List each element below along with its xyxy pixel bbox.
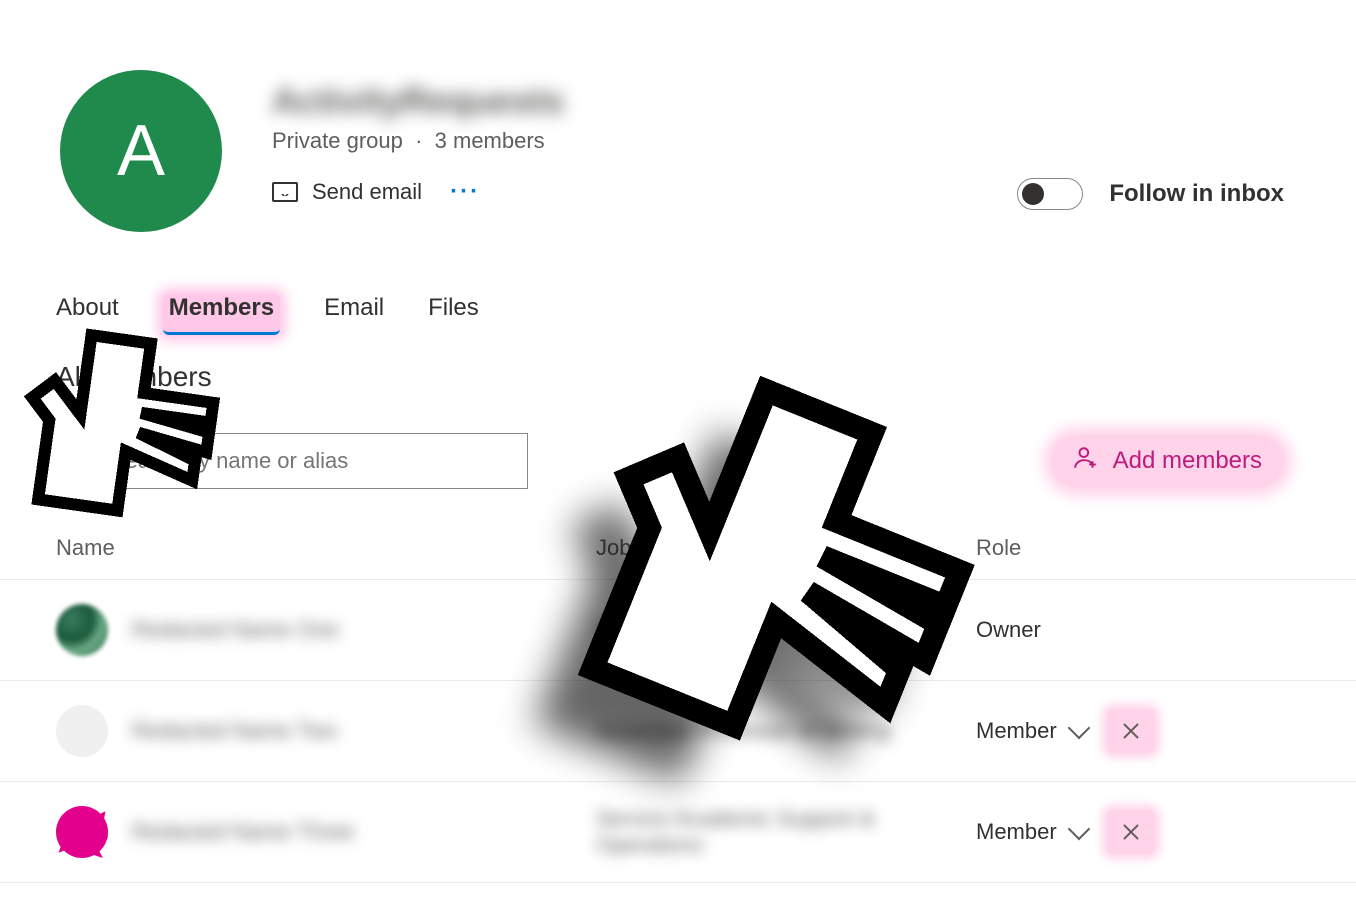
more-actions-button[interactable]: ··· [450,178,480,206]
follow-label: Follow in inbox [1109,180,1284,208]
member-role: Member [976,718,1057,744]
mail-icon [272,182,298,202]
chevron-down-icon [1067,717,1090,740]
table-row: Redacted Name Three Service Academic Sup… [0,782,1356,883]
table-row: Redacted Name One Redacted Title Owner [0,580,1356,681]
member-avatar [56,806,108,858]
close-icon [1122,823,1140,841]
remove-member-button[interactable] [1107,810,1155,854]
send-email-label: Send email [312,179,422,205]
tab-files[interactable]: Files [428,294,479,335]
group-title: ActivityRequests [272,80,564,122]
role-dropdown[interactable]: Member [976,718,1087,744]
tabs: About Members Email Files [0,232,1356,335]
col-job-title: Job title [596,535,976,561]
member-job-title: Associate Professor of Writing [596,718,976,744]
tab-about[interactable]: About [56,294,119,335]
member-avatar [56,604,108,656]
member-job-title: Service Academic Support & Operations [596,806,976,858]
group-subtitle: Private group · 3 members [272,128,564,154]
table-header: Name Job title Role [0,535,1356,580]
col-name: Name [56,535,596,561]
members-table: Name Job title Role Redacted Name One Re… [0,535,1356,883]
role-dropdown[interactable]: Member [976,819,1087,845]
avatar-initial: A [117,110,165,192]
tab-email[interactable]: Email [324,294,384,335]
table-row: Redacted Name Two Associate Professor of… [0,681,1356,782]
chevron-down-icon [1067,818,1090,841]
group-privacy: Private group [272,128,403,153]
member-job-title: Redacted Title [596,617,976,643]
follow-in-inbox: Follow in inbox [1017,178,1284,210]
member-role: Member [976,819,1057,845]
col-role: Role [976,535,1284,561]
member-name: Redacted Name Two [132,718,337,744]
close-icon [1122,722,1140,740]
add-members-label: Add members [1113,447,1262,475]
group-member-count: 3 members [435,128,545,153]
search-icon [75,451,95,471]
tab-members[interactable]: Members [163,294,280,335]
add-members-button[interactable]: Add members [1051,435,1284,488]
remove-member-button[interactable] [1107,709,1155,753]
group-header: A ActivityRequests Private group · 3 mem… [0,0,1356,232]
add-members-icon [1073,445,1099,478]
section-title: All members [0,335,1356,393]
toggle-knob [1022,183,1044,205]
send-email-button[interactable]: Send email [272,179,422,205]
group-avatar: A [60,70,222,232]
member-name: Redacted Name One [132,617,339,643]
search-input[interactable] [109,447,509,475]
member-avatar [56,705,108,757]
member-role: Owner [976,617,1041,643]
follow-toggle[interactable] [1017,178,1083,210]
search-box[interactable] [56,433,528,489]
member-name: Redacted Name Three [132,819,354,845]
